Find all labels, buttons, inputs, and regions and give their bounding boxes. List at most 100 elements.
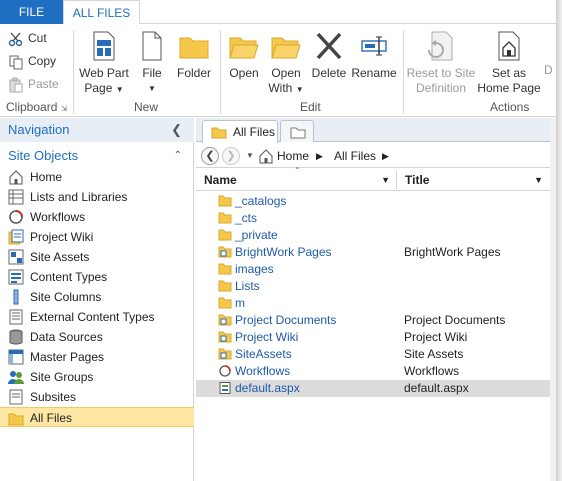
home-icon[interactable] <box>258 148 274 164</box>
table-row[interactable]: BrightWork Pages BrightWork Pages <box>196 244 550 261</box>
tab-all-files[interactable]: ALL FILES <box>63 0 140 25</box>
file-name[interactable]: Project Wiki <box>235 330 298 344</box>
web-part-page-label-2: Page ▼ <box>84 81 124 95</box>
sidebar-item-data-sources[interactable]: Data Sources <box>0 327 194 347</box>
set-home-label-2: Home Page <box>477 81 541 95</box>
ribbon-separator <box>73 30 74 114</box>
file-title: Workflows <box>404 364 460 378</box>
sidebar-item-site-groups[interactable]: Site Groups <box>0 367 194 387</box>
sidebar-item-workflows[interactable]: Workflows <box>0 207 194 227</box>
forward-button[interactable]: ❯ <box>222 147 240 165</box>
breadcrumb-home[interactable]: Home <box>277 144 309 168</box>
column-header-title[interactable]: Title ▼ <box>397 169 549 191</box>
reset-label-2: Definition <box>415 81 467 95</box>
home-icon <box>9 170 23 185</box>
table-row[interactable]: images <box>196 261 550 278</box>
file-name[interactable]: _catalogs <box>235 194 286 208</box>
site-objects-header[interactable]: Site Objects ⌃ <box>0 146 194 166</box>
collapse-left-icon[interactable]: ❮ <box>171 118 182 142</box>
library-icon <box>218 331 232 343</box>
arrow-left-icon: ❮ <box>205 150 215 162</box>
folder-icon <box>218 263 232 275</box>
set-home-label-1: Set as <box>491 66 527 80</box>
new-folder-button[interactable]: Folder <box>174 30 214 81</box>
content-types-icon <box>8 269 24 285</box>
table-row[interactable]: Project Documents Project Documents <box>196 312 550 329</box>
column-header-title-label: Title <box>405 173 430 187</box>
table-row[interactable]: m <box>196 295 550 312</box>
clipped-ribbon-button[interactable]: D <box>544 63 556 78</box>
tab-all-files-document[interactable]: All Files <box>202 120 278 143</box>
paste-label: Paste <box>28 77 59 91</box>
table-row[interactable]: Project Wiki Project Wiki <box>196 329 550 346</box>
history-dropdown[interactable]: ▼ <box>246 144 254 168</box>
sidebar-item-all-files[interactable]: All Files <box>0 407 194 427</box>
web-part-page-icon <box>93 31 115 61</box>
delete-button[interactable]: Delete <box>310 30 348 81</box>
filter-dropdown-icon[interactable]: ▼ <box>381 169 390 191</box>
sidebar-item-home[interactable]: Home <box>0 167 194 187</box>
web-part-page-button[interactable]: Web Part Page ▼ <box>76 30 132 97</box>
new-file-button[interactable]: File ▼ <box>136 30 168 96</box>
table-row[interactable]: _cts <box>196 210 550 227</box>
sidebar-item-master-pages[interactable]: Master Pages <box>0 347 194 367</box>
copy-button[interactable]: Copy <box>8 51 56 71</box>
set-as-home-page-button[interactable]: Set as Home Page <box>476 30 542 96</box>
table-row[interactable]: _catalogs <box>196 193 550 210</box>
paste-button[interactable]: Paste <box>8 74 59 94</box>
column-icon <box>13 289 19 305</box>
library-icon <box>218 246 232 258</box>
file-name[interactable]: default.aspx <box>235 381 300 395</box>
file-name[interactable]: Lists <box>235 279 260 293</box>
breadcrumb-all-files[interactable]: All Files <box>334 144 376 168</box>
file-title: default.aspx <box>404 381 469 395</box>
file-name[interactable]: Project Documents <box>235 313 336 327</box>
new-tab-button[interactable] <box>280 120 314 142</box>
filter-dropdown-icon[interactable]: ▼ <box>534 169 543 191</box>
address-bar: ❮ ❯ ▼ Home ▶ All Files ▶ <box>196 144 556 168</box>
ribbon: Cut Copy Paste Clipboard ⇲ Web Part Page… <box>0 24 556 117</box>
file-name[interactable]: _cts <box>235 211 257 225</box>
table-row[interactable]: Workflows Workflows <box>196 363 550 380</box>
edit-group-label: Edit <box>300 100 321 114</box>
folder-icon <box>8 413 24 426</box>
home-page-icon <box>498 31 520 61</box>
table-row[interactable]: _private <box>196 227 550 244</box>
rename-button[interactable]: Rename <box>350 30 398 81</box>
chevron-up-icon[interactable]: ⌃ <box>174 146 182 166</box>
file-name[interactable]: _private <box>235 228 278 242</box>
file-name[interactable]: m <box>235 296 245 310</box>
table-row[interactable]: SiteAssets Site Assets <box>196 346 550 363</box>
sidebar-item-site-columns[interactable]: Site Columns <box>0 287 194 307</box>
open-with-button[interactable]: Open With ▼ <box>266 30 306 97</box>
sidebar-item-subsites[interactable]: Subsites <box>0 387 194 407</box>
table-row[interactable]: Lists <box>196 278 550 295</box>
folder-icon <box>211 127 227 139</box>
file-name[interactable]: Workflows <box>235 364 290 378</box>
back-button[interactable]: ❮ <box>201 147 219 165</box>
sidebar-item-project-wiki[interactable]: Project Wiki <box>0 227 194 247</box>
file-name[interactable]: BrightWork Pages <box>235 245 332 259</box>
copy-label: Copy <box>28 54 57 68</box>
sidebar-item-content-types[interactable]: Content Types <box>0 267 194 287</box>
tab-file[interactable]: FILE <box>0 0 63 24</box>
actions-group-label: Actions <box>490 100 530 114</box>
file-name[interactable]: images <box>235 262 274 276</box>
table-row[interactable]: default.aspx default.aspx <box>196 380 550 397</box>
file-icon <box>142 31 162 61</box>
sidebar-item-site-assets[interactable]: Site Assets <box>0 247 194 267</box>
breadcrumb-separator-icon[interactable]: ▶ <box>316 144 323 168</box>
cut-label: Cut <box>28 31 47 45</box>
sidebar-item-lists-and-libraries[interactable]: Lists and Libraries <box>0 187 194 207</box>
navigation-header[interactable]: Navigation ❮ <box>0 118 194 142</box>
paste-icon <box>9 77 23 93</box>
reset-to-site-definition-button[interactable]: Reset to Site Definition <box>406 30 476 96</box>
cut-button[interactable]: Cut <box>8 28 47 48</box>
breadcrumb-separator-icon[interactable]: ▶ <box>382 144 389 168</box>
ribbon-separator <box>220 30 221 114</box>
folder-icon <box>179 37 209 59</box>
rename-icon <box>361 36 387 56</box>
open-button[interactable]: Open <box>224 30 264 81</box>
sidebar-item-external-content-types[interactable]: External Content Types <box>0 307 194 327</box>
file-name[interactable]: SiteAssets <box>235 347 292 361</box>
